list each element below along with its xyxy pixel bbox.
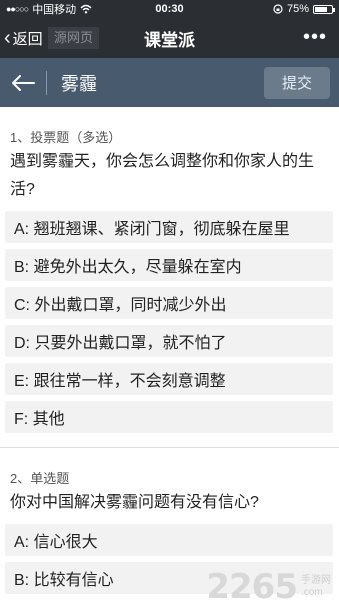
submit-button[interactable]: 提交 <box>264 66 330 99</box>
option-a[interactable]: A: 翘班翘课、紧闭门窗，彻底躲在屋里 <box>5 211 333 243</box>
question-heading: 2、单选题 <box>10 471 70 486</box>
more-icon[interactable]: ••• <box>303 26 327 49</box>
app-header: 雾霾 提交 <box>0 58 339 107</box>
signal-strength-icon: ●●○○○ <box>6 4 29 14</box>
option-list: A: 翘班翘课、紧闭门窗，彻底躲在屋里 B: 避免外出太久，尽量躲在室内 C: … <box>5 211 333 433</box>
header-divider <box>46 70 47 95</box>
option-e[interactable]: E: 跟往常一样，不会刻意调整 <box>5 363 333 395</box>
question-text: 你对中国解决雾霾问题有没有信心? <box>10 494 259 511</box>
site-watermark: 2265 手游网 .com <box>206 567 331 607</box>
wifi-icon <box>80 4 92 14</box>
watermark-site-cn: 手游网 <box>301 575 331 586</box>
chevron-left-icon: ‹ <box>4 27 11 49</box>
option-b[interactable]: B: 避免外出太久，尽量躲在室内 <box>5 249 333 281</box>
question-list: 1、投票题（多选） 遇到雾霾天，你会怎么调整你和你家人的生活? A: 翘班翘课、… <box>0 107 339 600</box>
watermark-site-en: .com <box>301 587 323 598</box>
carrier-label: 中国移动 <box>32 4 77 16</box>
page-title: 雾霾 <box>61 73 97 94</box>
option-c[interactable]: C: 外出戴口罩，同时减少外出 <box>5 287 333 319</box>
question-1: 1、投票题（多选） 遇到雾霾天，你会怎么调整你和你家人的生活? A: 翘班翘课、… <box>0 107 339 433</box>
watermark-number: 2265 <box>206 567 298 607</box>
battery-icon <box>313 4 335 14</box>
wechat-title: 课堂派 <box>144 30 195 50</box>
question-text: 遇到雾霾天，你会怎么调整你和你家人的生活? <box>10 153 315 198</box>
battery-level-fill <box>315 6 327 12</box>
question-heading: 1、投票题（多选） <box>10 130 122 145</box>
back-button[interactable]: ‹ 返回 <box>4 27 43 49</box>
watermark-site: 手游网 .com <box>301 575 331 599</box>
battery-percent: 75% <box>286 3 309 15</box>
status-bar: ●●○○○ 中国移动 00:30 75% <box>0 0 339 18</box>
option-f[interactable]: F: 其他 <box>5 401 333 433</box>
option-a[interactable]: A: 信心很大 <box>5 524 333 556</box>
source-page-label: 源网页 <box>48 27 100 49</box>
option-d[interactable]: D: 只要外出戴口罩，就不怕了 <box>5 325 333 357</box>
status-left: ●●○○○ 中国移动 <box>6 1 92 17</box>
rotation-lock-icon <box>273 4 283 14</box>
back-label: 返回 <box>12 30 43 48</box>
status-right: 75% <box>273 3 335 15</box>
wechat-nav-bar: ‹ 返回 源网页 课堂派 ••• <box>0 18 339 58</box>
back-arrow-icon[interactable] <box>0 74 46 92</box>
